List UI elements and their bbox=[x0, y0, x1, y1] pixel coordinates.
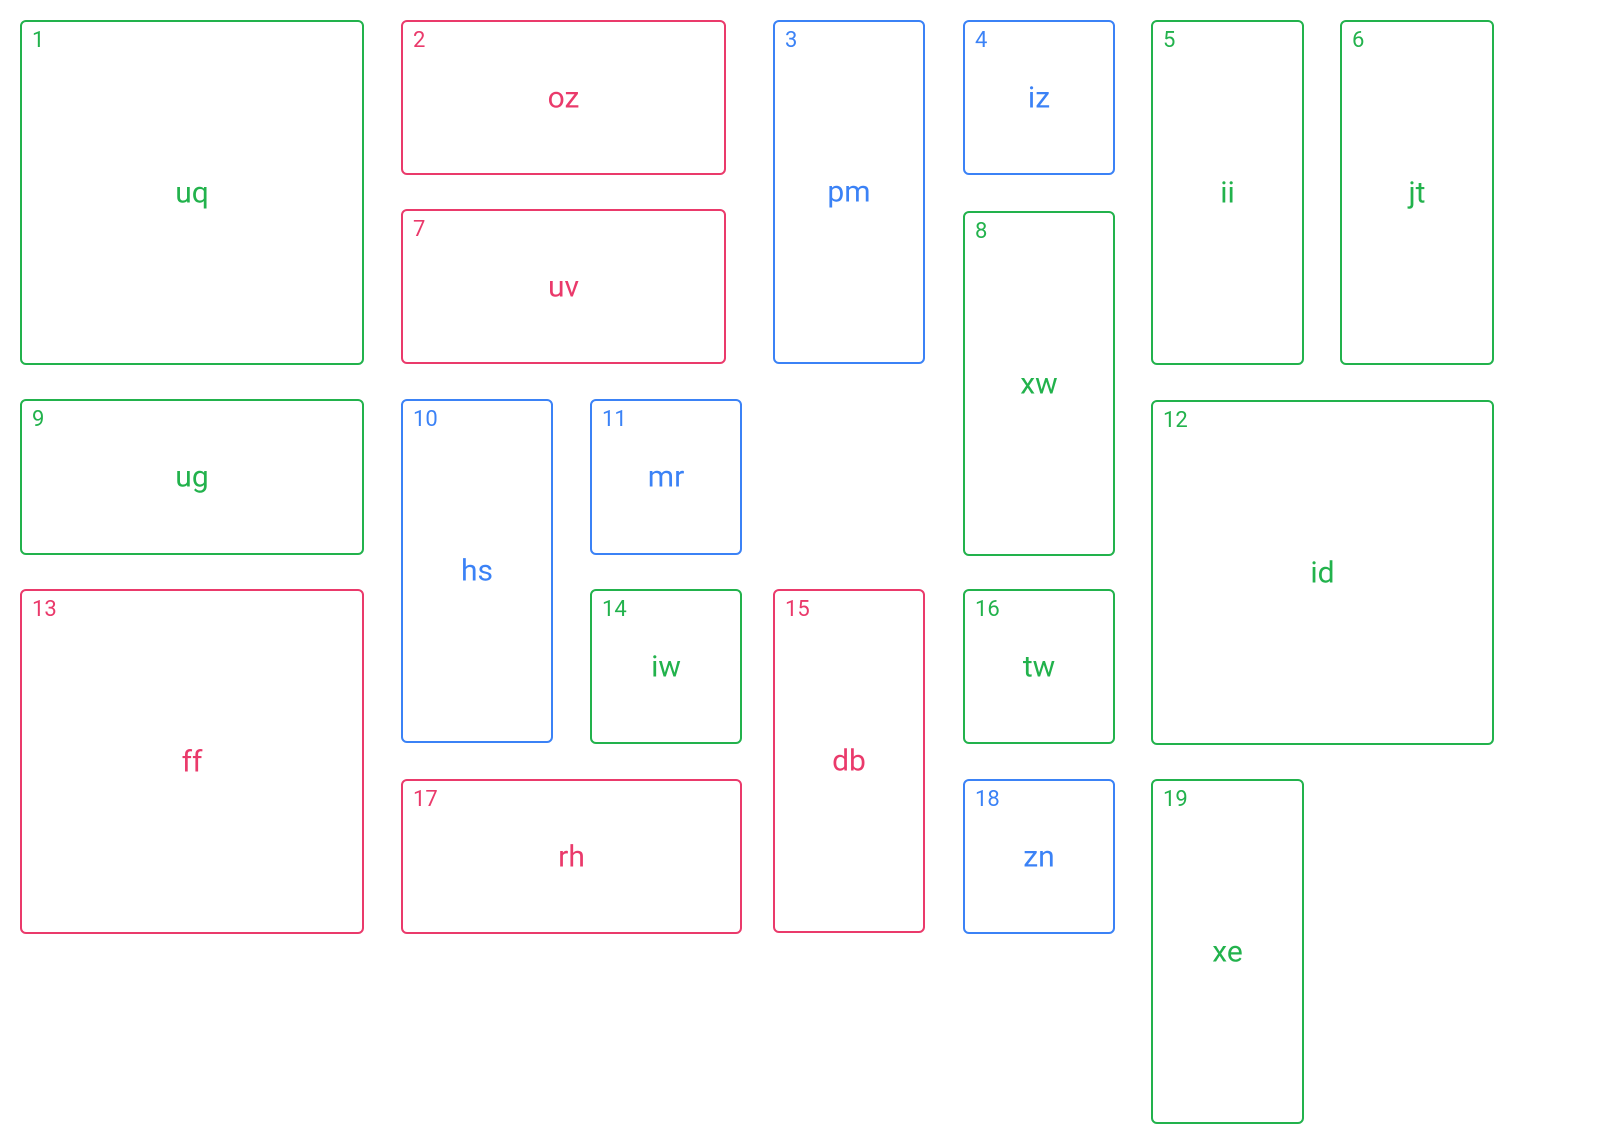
box-label: uv bbox=[548, 269, 579, 304]
box-16: 16 tw bbox=[963, 589, 1115, 744]
box-12: 12 id bbox=[1151, 400, 1494, 745]
box-2: 2 oz bbox=[401, 20, 726, 175]
box-7: 7 uv bbox=[401, 209, 726, 364]
box-18: 18 zn bbox=[963, 779, 1115, 934]
box-number: 13 bbox=[32, 597, 57, 622]
box-number: 8 bbox=[975, 219, 987, 244]
box-number: 14 bbox=[602, 597, 627, 622]
box-number: 1 bbox=[32, 28, 44, 53]
box-number: 17 bbox=[413, 787, 438, 812]
box-number: 2 bbox=[413, 28, 425, 53]
box-15: 15 db bbox=[773, 589, 925, 933]
box-label: id bbox=[1310, 555, 1334, 590]
box-label: pm bbox=[827, 175, 870, 210]
box-label: jt bbox=[1409, 175, 1426, 210]
box-number: 5 bbox=[1163, 28, 1175, 53]
box-number: 6 bbox=[1352, 28, 1364, 53]
box-4: 4 iz bbox=[963, 20, 1115, 175]
box-11: 11 mr bbox=[590, 399, 742, 555]
box-number: 15 bbox=[785, 597, 810, 622]
box-label: mr bbox=[648, 460, 684, 495]
box-9: 9 ug bbox=[20, 399, 364, 555]
box-label: ug bbox=[175, 460, 208, 495]
box-1: 1 uq bbox=[20, 20, 364, 365]
box-label: iw bbox=[651, 649, 681, 684]
box-label: iz bbox=[1028, 80, 1050, 115]
box-label: xw bbox=[1020, 366, 1057, 401]
box-label: zn bbox=[1023, 839, 1054, 874]
box-number: 7 bbox=[413, 217, 425, 242]
box-17: 17 rh bbox=[401, 779, 742, 934]
box-6: 6 jt bbox=[1340, 20, 1494, 365]
box-label: rh bbox=[558, 839, 585, 874]
box-number: 4 bbox=[975, 28, 987, 53]
box-10: 10 hs bbox=[401, 399, 553, 743]
box-19: 19 xe bbox=[1151, 779, 1304, 1124]
box-label: uq bbox=[175, 175, 209, 210]
box-number: 11 bbox=[602, 407, 627, 432]
box-label: ii bbox=[1220, 175, 1235, 210]
box-number: 3 bbox=[785, 28, 797, 53]
box-label: ff bbox=[182, 744, 203, 779]
box-label: tw bbox=[1023, 649, 1055, 684]
box-5: 5 ii bbox=[1151, 20, 1304, 365]
box-label: hs bbox=[461, 554, 493, 589]
box-number: 9 bbox=[32, 407, 44, 432]
box-number: 19 bbox=[1163, 787, 1188, 812]
box-number: 12 bbox=[1163, 408, 1188, 433]
box-label: xe bbox=[1212, 934, 1243, 969]
box-label: db bbox=[832, 744, 866, 779]
box-13: 13 ff bbox=[20, 589, 364, 934]
box-number: 10 bbox=[413, 407, 438, 432]
box-3: 3 pm bbox=[773, 20, 925, 364]
box-label: oz bbox=[548, 80, 580, 115]
box-number: 18 bbox=[975, 787, 1000, 812]
box-8: 8 xw bbox=[963, 211, 1115, 556]
box-number: 16 bbox=[975, 597, 1000, 622]
box-14: 14 iw bbox=[590, 589, 742, 744]
